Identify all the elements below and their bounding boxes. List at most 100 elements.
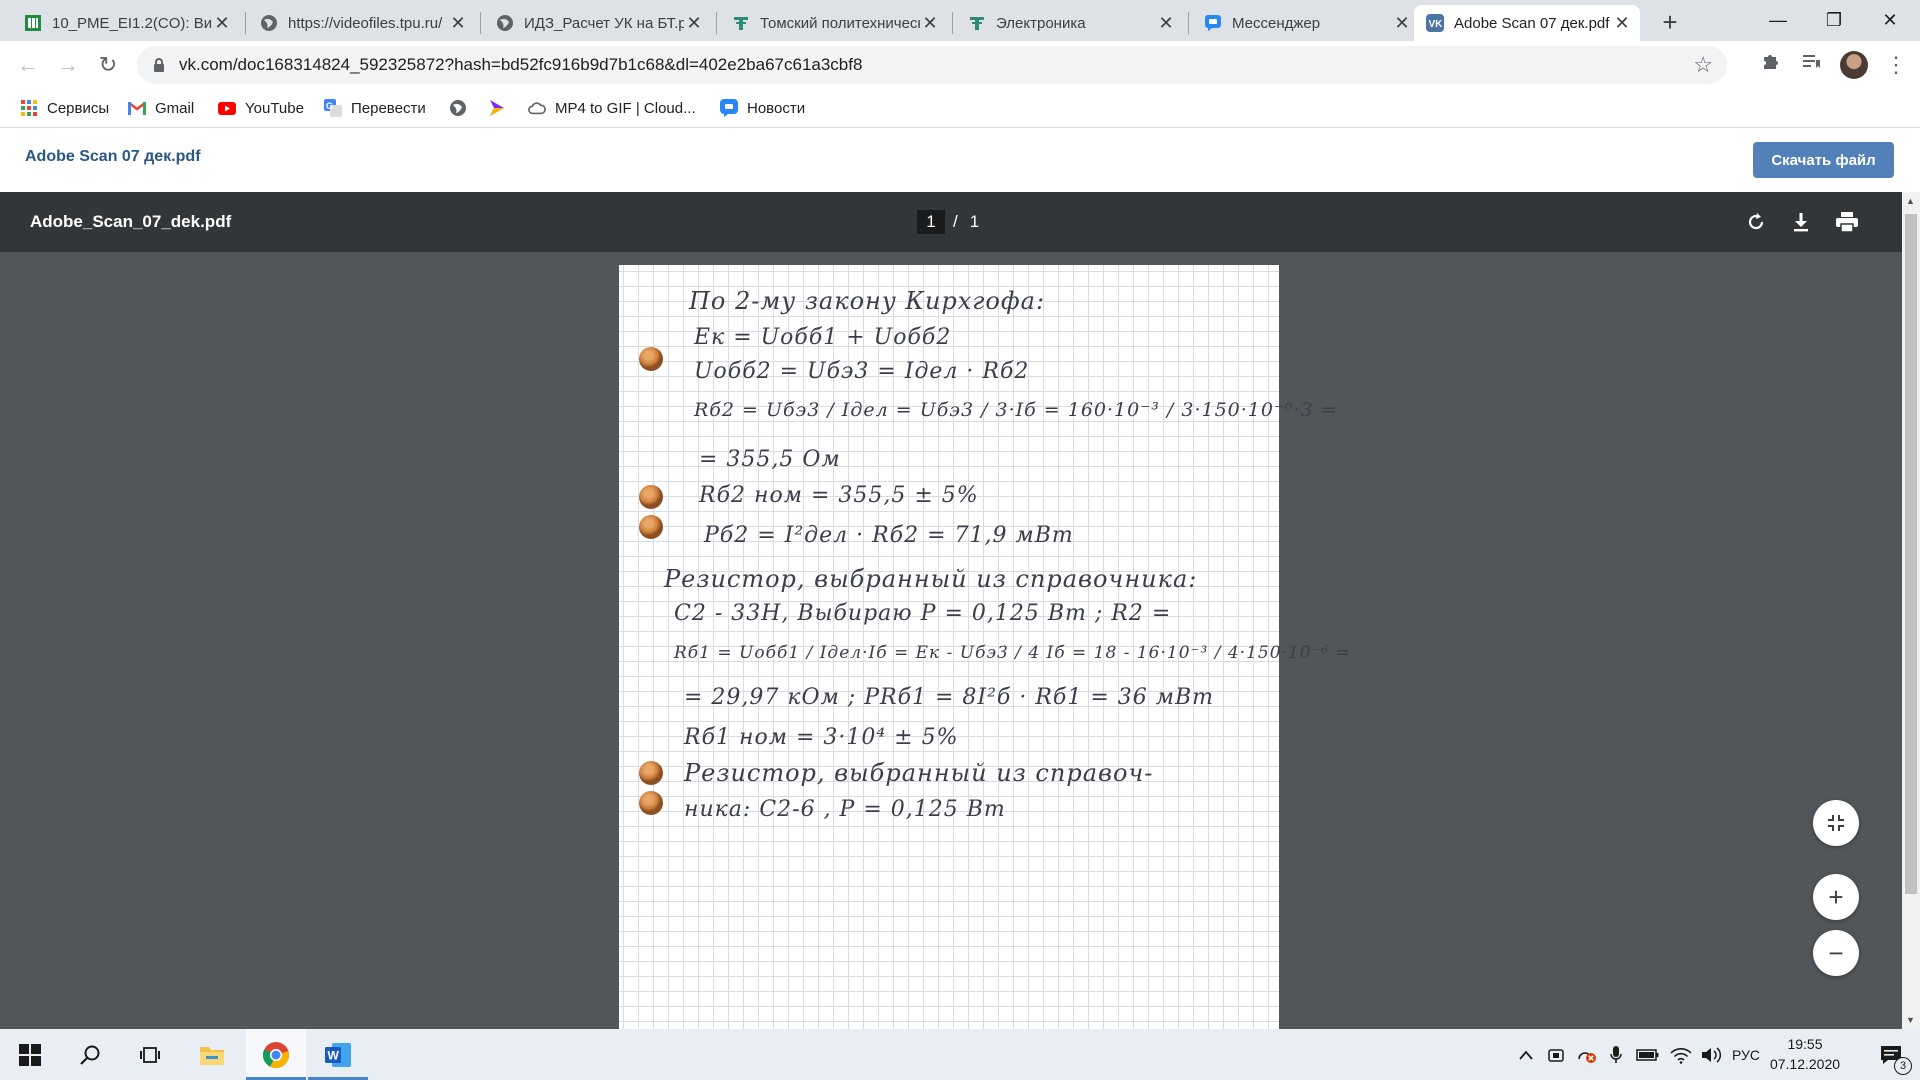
handwritten-line: По 2-му закону Кирхгофа: <box>689 287 1046 315</box>
input-language[interactable]: РУС <box>1728 1029 1764 1080</box>
chrome-icon[interactable] <box>246 1029 306 1080</box>
classroom-icon <box>24 14 42 32</box>
bookmark-globe[interactable] <box>449 89 476 127</box>
scroll-down-icon[interactable]: ▼ <box>1906 1015 1915 1025</box>
forward-button[interactable]: → <box>52 49 84 81</box>
handwritten-line: С2 - 33Н, Выбираю P = 0,125 Вт ; R2 = <box>674 601 1172 626</box>
pdf-filename: Adobe_Scan_07_dek.pdf <box>30 212 232 231</box>
word-icon[interactable]: W <box>308 1029 368 1080</box>
page-number-input[interactable]: 1 <box>917 210 945 234</box>
close-icon[interactable]: ✕ <box>1156 13 1176 34</box>
bookmark-youtube[interactable]: YouTube <box>218 89 304 127</box>
bookmark-news[interactable]: Новости <box>720 89 805 127</box>
tab-electronics[interactable]: Электроника ✕ <box>956 5 1184 41</box>
scroll-thumb[interactable] <box>1905 214 1917 894</box>
new-tab-button[interactable]: + <box>1655 8 1685 38</box>
download-icon[interactable] <box>1786 207 1816 237</box>
translate-icon: G <box>324 99 342 117</box>
purple-arrow-icon <box>488 99 506 117</box>
globe-icon <box>449 99 467 117</box>
handwritten-line: = 29,97 кОм ; PRб1 = 8I²б · Rб1 = 36 мВт <box>684 685 1215 710</box>
profile-avatar[interactable] <box>1840 51 1868 79</box>
svg-text:VK: VK <box>1429 19 1444 30</box>
handwritten-line: Pб2 = I²дел · Rб2 = 71,9 мВт <box>704 523 1074 548</box>
tab-classroom[interactable]: 10_PME_EI1.2(CO): Видеоза ✕ <box>12 5 240 41</box>
tab-tpu[interactable]: Томский политехнический ✕ <box>720 5 948 41</box>
bookmark-label: Новости <box>747 99 806 117</box>
reading-list-icon[interactable] <box>1797 51 1825 79</box>
restore-button[interactable]: ❐ <box>1806 0 1862 40</box>
wifi-icon[interactable] <box>1668 1029 1694 1080</box>
clock-date: 07.12.2020 <box>1769 1056 1841 1072</box>
clock[interactable]: 19:55 07.12.2020 <box>1760 1034 1850 1074</box>
handwritten-line: Uобб2 = Uбэ3 = Iдел · Rб2 <box>694 359 1030 384</box>
gmail-icon <box>128 99 146 117</box>
battery-icon[interactable] <box>1634 1029 1662 1080</box>
close-icon[interactable]: ✕ <box>448 13 468 34</box>
reload-button[interactable]: ↻ <box>92 49 124 81</box>
vk-doc-header: Adobe Scan 07 дек.pdf Скачать файл <box>0 128 1920 192</box>
page-total: 1 <box>969 212 980 231</box>
news-icon <box>720 99 738 117</box>
handwritten-line: ника: С2-6 , P = 0,125 Вт <box>684 797 1006 822</box>
close-window-button[interactable]: ✕ <box>1862 0 1918 40</box>
fit-page-icon <box>1828 815 1844 831</box>
fit-page-button[interactable] <box>1813 800 1859 846</box>
doc-title-link[interactable]: Adobe Scan 07 дек.pdf <box>25 148 201 166</box>
url-text[interactable]: vk.com/doc168314824_592325872?hash=bd52f… <box>179 46 862 84</box>
tab-messenger[interactable]: Мессенджер ✕ <box>1192 5 1420 41</box>
back-button[interactable]: ← <box>12 49 44 81</box>
page-separator: / <box>953 212 958 231</box>
close-icon[interactable]: ✕ <box>1392 13 1412 34</box>
handwritten-line: Rб2 ном = 355,5 ± 5% <box>699 483 979 508</box>
tab-idz-pdf[interactable]: ИДЗ_Расчет УК на БТ.pdf ✕ <box>484 5 712 41</box>
bookmark-star-icon[interactable]: ☆ <box>1693 46 1713 84</box>
bookmark-cloudconvert[interactable]: MP4 to GIF | Cloud... <box>528 89 696 127</box>
network-error-icon[interactable] <box>1574 1029 1600 1080</box>
globe-icon <box>260 14 278 32</box>
minimize-button[interactable]: — <box>1750 0 1806 40</box>
close-icon[interactable]: ✕ <box>212 13 232 34</box>
file-explorer-icon[interactable] <box>182 1029 242 1080</box>
zoom-out-button[interactable]: − <box>1813 930 1859 976</box>
vertical-scrollbar[interactable]: ▲ ▼ <box>1902 192 1920 1029</box>
menu-icon[interactable]: ⋮ <box>1882 51 1910 79</box>
search-icon[interactable] <box>60 1029 120 1080</box>
zoom-in-button[interactable]: + <box>1813 874 1859 920</box>
bookmark-label: Перевести <box>351 99 426 117</box>
orange-marker <box>639 485 663 509</box>
tab-adobe-scan[interactable]: VK Adobe Scan 07 дек.pdf ✕ <box>1414 5 1640 41</box>
windows-taskbar: W РУС 19:55 07.12.2020 3 <box>0 1029 1920 1080</box>
pdf-viewport[interactable]: По 2-му закону Кирхгофа: Eк = Uобб1 + Uо… <box>0 252 1902 1029</box>
bookmark-translate[interactable]: G Перевести <box>324 89 426 127</box>
bookmark-gmail[interactable]: Gmail <box>128 89 194 127</box>
windows-start-icon[interactable] <box>0 1029 60 1080</box>
microphone-icon[interactable] <box>1604 1029 1628 1080</box>
tab-videofiles[interactable]: https://videofiles.tpu.ru/ ✕ <box>248 5 476 41</box>
extensions-icon[interactable] <box>1757 51 1785 79</box>
close-icon[interactable]: ✕ <box>684 13 704 34</box>
cloud-icon <box>528 99 546 117</box>
bookmark-apps[interactable]: Сервисы <box>20 89 109 127</box>
tpu-icon <box>732 14 750 32</box>
pdf-toolbar: Adobe_Scan_07_dek.pdf 1 / 1 <box>0 192 1902 252</box>
volume-icon[interactable] <box>1698 1029 1724 1080</box>
address-bar[interactable]: vk.com/doc168314824_592325872?hash=bd52f… <box>137 46 1727 84</box>
svg-text:W: W <box>328 1048 340 1062</box>
download-file-button[interactable]: Скачать файл <box>1753 142 1894 178</box>
close-icon[interactable]: ✕ <box>920 13 940 34</box>
globe-icon <box>496 14 514 32</box>
scroll-up-icon[interactable]: ▲ <box>1906 196 1915 206</box>
notification-count: 3 <box>1894 1057 1912 1075</box>
task-view-icon[interactable] <box>120 1029 180 1080</box>
tab-title: Мессенджер <box>1232 14 1321 32</box>
print-icon[interactable] <box>1832 207 1862 237</box>
show-hidden-icons[interactable] <box>1514 1029 1538 1080</box>
notifications-button[interactable]: 3 <box>1866 1029 1916 1080</box>
bookmark-purple[interactable] <box>488 89 515 127</box>
bookmark-label: Gmail <box>155 99 195 117</box>
meet-now-icon[interactable] <box>1544 1029 1568 1080</box>
close-icon[interactable]: ✕ <box>1612 13 1632 34</box>
rotate-icon[interactable] <box>1741 207 1771 237</box>
lock-icon <box>154 58 164 72</box>
